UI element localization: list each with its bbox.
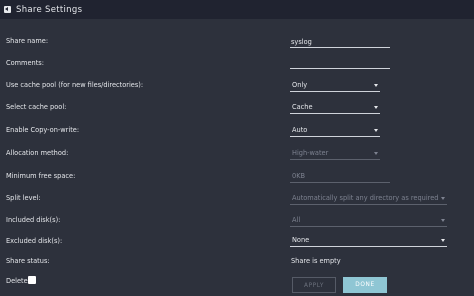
share-name-input[interactable]: syslog — [290, 36, 390, 48]
allocation-label: Allocation method: — [6, 149, 69, 157]
chevron-down-icon — [441, 219, 445, 222]
min-free-label: Minimum free space: — [6, 172, 76, 180]
cow-select[interactable]: Auto — [290, 124, 380, 137]
comments-label: Comments: — [6, 59, 44, 67]
chevron-down-icon — [374, 84, 378, 87]
share-settings-header: Share Settings — [0, 0, 474, 19]
excluded-disks-select[interactable]: None — [290, 234, 447, 247]
apply-button[interactable]: APPLY — [292, 277, 336, 293]
cache-pool-label: Select cache pool: — [6, 103, 67, 111]
page-title: Share Settings — [16, 4, 83, 15]
cache-pool-select[interactable]: Cache — [290, 101, 380, 114]
cow-value: Auto — [292, 126, 308, 134]
excluded-disks-label: Excluded disk(s): — [6, 237, 63, 245]
included-disks-select[interactable]: All — [290, 214, 447, 227]
split-level-label: Split level: — [6, 194, 41, 202]
min-free-input[interactable]: 0KB — [290, 170, 390, 183]
split-level-value: Automatically split any directory as req… — [292, 194, 439, 202]
chevron-down-icon — [374, 106, 378, 109]
share-name-label: Share name: — [6, 37, 49, 45]
delete-checkbox[interactable] — [28, 276, 36, 284]
use-cache-select[interactable]: Only — [290, 79, 380, 92]
cache-pool-value: Cache — [292, 103, 313, 111]
excluded-disks-value: None — [292, 236, 310, 244]
comments-input[interactable] — [290, 57, 390, 69]
share-status-value: Share is empty — [291, 257, 341, 265]
chevron-down-icon — [441, 239, 445, 242]
share-settings-icon — [4, 6, 11, 13]
use-cache-label: Use cache pool (for new files/directorie… — [6, 81, 144, 89]
cow-label: Enable Copy-on-write: — [6, 126, 80, 134]
chevron-down-icon — [374, 152, 378, 155]
chevron-down-icon — [441, 197, 445, 200]
included-disks-value: All — [292, 216, 301, 224]
min-free-value: 0KB — [292, 172, 306, 180]
allocation-select[interactable]: High-water — [290, 147, 380, 160]
delete-label: Delete — [6, 277, 28, 285]
allocation-value: High-water — [292, 149, 329, 157]
share-status-label: Share status: — [6, 257, 50, 265]
chevron-down-icon — [374, 129, 378, 132]
done-button[interactable]: DONE — [343, 277, 387, 293]
split-level-select[interactable]: Automatically split any directory as req… — [290, 192, 447, 205]
included-disks-label: Included disk(s): — [6, 216, 61, 224]
use-cache-value: Only — [292, 81, 308, 89]
